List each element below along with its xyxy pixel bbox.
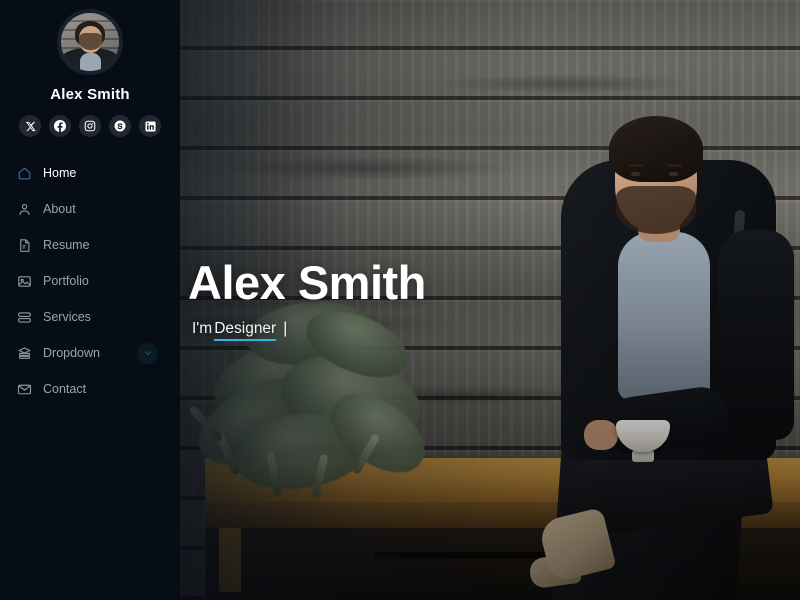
hero-subtitle: I'm Designer | [192, 320, 426, 342]
layers-icon [16, 345, 32, 361]
social-link-instagram[interactable] [79, 115, 101, 137]
main-navigation: Home About Resume Portfolio Services Dro… [0, 160, 180, 412]
avatar-shirt [80, 53, 101, 71]
nav-item-services[interactable]: Services [16, 304, 180, 330]
social-link-skype[interactable] [109, 115, 131, 137]
hero-typed-word: Designer [214, 320, 277, 342]
nav-item-portfolio[interactable]: Portfolio [16, 268, 180, 294]
avatar-beard [79, 32, 102, 50]
nav-label-services: Services [43, 309, 91, 324]
hero-section: Alex Smith I'm Designer | [180, 0, 800, 600]
home-icon [16, 165, 32, 181]
nav-label-contact: Contact [43, 381, 87, 396]
hero-title: Alex Smith [188, 256, 426, 309]
profile-name: Alex Smith [50, 86, 130, 103]
x-twitter-icon [25, 121, 36, 132]
document-icon [16, 237, 32, 253]
chevron-down-icon [143, 347, 153, 361]
envelope-icon [16, 381, 32, 397]
sidebar: Alex Smith Home About Resume Portfolio S… [0, 0, 180, 600]
facebook-icon [54, 120, 66, 132]
nav-item-contact[interactable]: Contact [16, 376, 180, 402]
nav-label-about: About [43, 201, 76, 216]
hero-subtitle-prefix: I'm [192, 320, 213, 338]
typing-caret: | [283, 320, 288, 338]
dropdown-toggle-button[interactable] [137, 343, 158, 364]
person-icon [16, 201, 32, 217]
social-link-linkedin[interactable] [139, 115, 161, 137]
nav-item-about[interactable]: About [16, 196, 180, 222]
social-link-x-twitter[interactable] [19, 115, 41, 137]
social-link-facebook[interactable] [49, 115, 71, 137]
nav-label-home: Home [43, 165, 77, 180]
social-links [19, 115, 161, 137]
instagram-icon [84, 120, 96, 132]
image-icon [16, 273, 32, 289]
portfolio-page: Alex Smith Home About Resume Portfolio S… [0, 0, 800, 600]
nav-label-resume: Resume [43, 237, 90, 252]
list-icon [16, 309, 32, 325]
avatar[interactable] [57, 9, 123, 75]
skype-icon [114, 120, 126, 132]
nav-item-dropdown[interactable]: Dropdown [16, 340, 180, 366]
nav-item-home[interactable]: Home [16, 160, 180, 186]
nav-label-dropdown: Dropdown [43, 345, 100, 360]
hero-text-block: Alex Smith I'm Designer | [188, 256, 426, 342]
nav-label-portfolio: Portfolio [43, 273, 89, 288]
linkedin-icon [144, 120, 156, 132]
nav-item-resume[interactable]: Resume [16, 232, 180, 258]
